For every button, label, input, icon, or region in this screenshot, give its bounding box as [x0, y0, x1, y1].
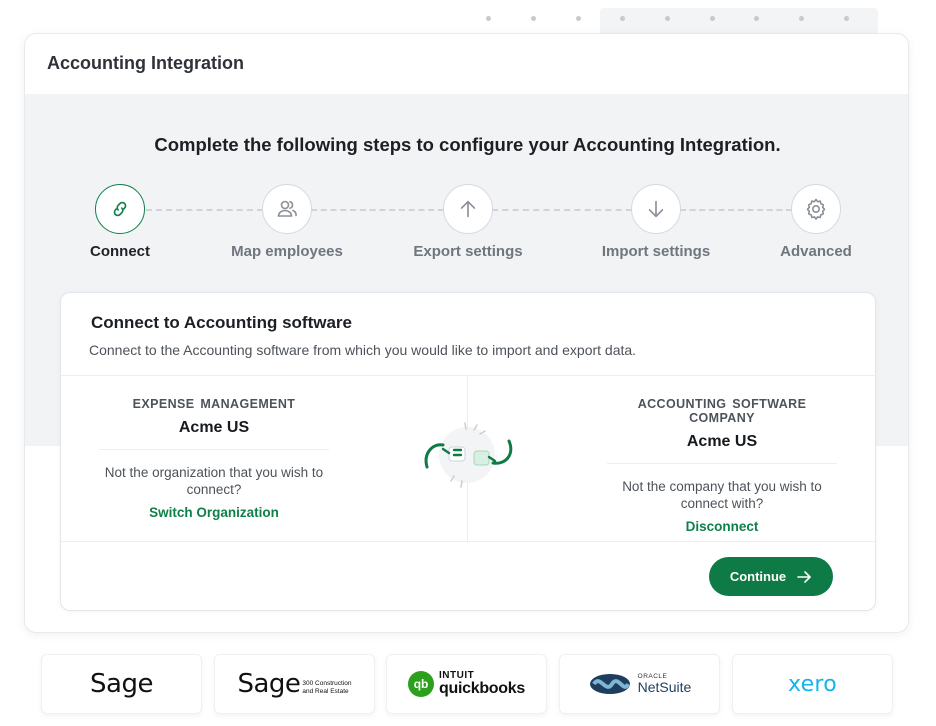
link-icon — [113, 201, 127, 217]
arrow-down-icon — [648, 200, 664, 218]
step-label: Import settings — [601, 243, 711, 260]
organization-name: Acme US — [178, 419, 250, 436]
netsuite-emblem-icon — [589, 674, 630, 694]
arrow-up-icon — [460, 200, 476, 218]
step-connect[interactable]: Connect — [40, 184, 200, 260]
quickbooks-logo: qb INTUIT quickbooks — [386, 654, 547, 714]
continue-button[interactable]: Continue — [709, 557, 833, 596]
disconnect-prompt: Not the company that you wish to connect… — [622, 479, 822, 511]
step-label: Connect — [90, 243, 150, 260]
card-subtitle: Connect to the Accounting software from … — [89, 342, 637, 358]
gear-icon — [806, 198, 826, 220]
sage-300-logo: Sage 300 Construction and Real Estate — [214, 654, 375, 714]
window-title: Accounting Integration — [47, 53, 244, 73]
step-label: Advanced — [780, 243, 852, 260]
background-dots — [478, 8, 878, 40]
panel-heading: ACCOUNTING SOFTWARE COMPANY — [637, 397, 807, 425]
panel-heading: EXPENSE MANAGEMENT — [132, 397, 296, 411]
partner-logos: Sage Sage 300 Construction and Real Esta… — [41, 654, 893, 714]
divider — [607, 463, 837, 464]
plug-connection-icon — [424, 422, 513, 488]
accounting-integration-window: Accounting Integration Complete the foll… — [24, 33, 909, 633]
switch-organization-link[interactable]: Switch Organization — [94, 505, 334, 520]
divider — [61, 541, 877, 542]
stepper: Connect Map employees Export settings Im… — [25, 184, 908, 269]
connect-card: Connect to Accounting software Connect t… — [60, 292, 877, 611]
continue-label: Continue — [729, 569, 787, 584]
step-label: Export settings — [413, 243, 523, 260]
step-advanced[interactable]: Advanced — [736, 184, 896, 260]
users-icon — [277, 200, 297, 217]
card-title: Connect to Accounting software — [91, 313, 352, 332]
xero-logo: xero — [732, 654, 893, 714]
divider — [99, 449, 329, 450]
step-map-employees[interactable]: Map employees — [207, 184, 367, 260]
arrow-right-icon — [797, 570, 811, 583]
sage-logo: Sage — [41, 654, 202, 714]
switch-prompt: Not the organization that you wish to co… — [104, 465, 324, 497]
expense-management-panel: EXPENSE MANAGEMENT Acme US Not the organ… — [94, 397, 334, 520]
netsuite-logo: ORACLE NetSuite — [559, 654, 720, 714]
divider — [61, 375, 877, 376]
accounting-software-panel: ACCOUNTING SOFTWARE COMPANY Acme US Not … — [602, 397, 842, 534]
company-name: Acme US — [686, 433, 758, 450]
page-heading: Complete the following steps to configur… — [154, 134, 781, 155]
quickbooks-badge-icon: qb — [408, 671, 435, 697]
step-export-settings[interactable]: Export settings — [388, 184, 548, 260]
step-label: Map employees — [231, 243, 343, 260]
step-import-settings[interactable]: Import settings — [576, 184, 736, 260]
disconnect-link[interactable]: Disconnect — [602, 519, 842, 534]
